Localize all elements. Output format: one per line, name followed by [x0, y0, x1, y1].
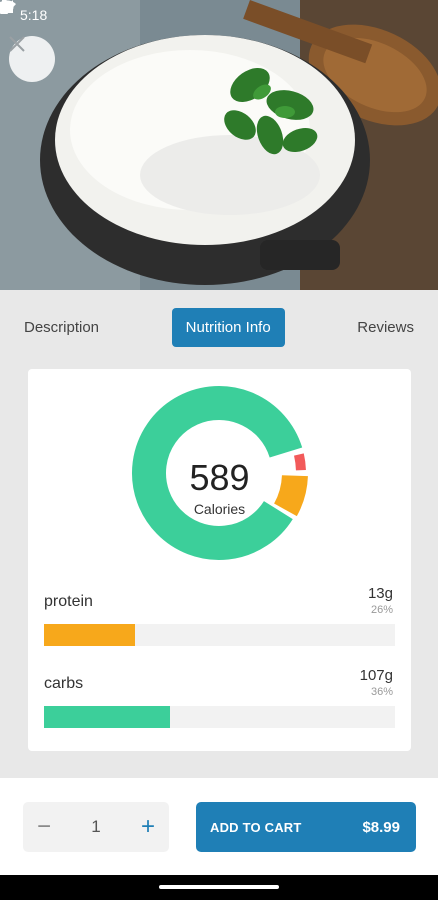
status-time: 5:18: [20, 7, 48, 23]
decrease-quantity-button[interactable]: −: [37, 813, 51, 841]
nutrient-bar-fill: [44, 706, 171, 728]
calorie-label: Calories: [193, 501, 246, 517]
nutrient-bar-track: [44, 624, 395, 646]
nutrient-percent: 36%: [370, 686, 393, 698]
nutrient-name: carbs: [44, 675, 84, 692]
calorie-count: 589: [189, 457, 250, 498]
tab-nutrition-info[interactable]: Nutrition Info: [171, 307, 285, 347]
rice-bowl-illustration: [0, 0, 438, 290]
add-to-cart-label: ADD TO CART: [210, 819, 302, 835]
close-button[interactable]: [9, 36, 55, 82]
nutrient-percent: 26%: [370, 604, 393, 616]
tab-description[interactable]: Description: [10, 308, 113, 347]
status-bar: 5:18: [0, 0, 438, 30]
nutrient-bar-fill: [44, 624, 136, 646]
product-image: 5:18: [0, 0, 438, 290]
quantity-value: 1: [91, 817, 101, 836]
product-tabs: Description Nutrition Info Reviews: [0, 290, 438, 364]
price-label: $8.99: [362, 818, 400, 836]
nutrition-card: 589 Calories protein 13g 26% carbs 107g …: [28, 369, 411, 751]
tab-reviews[interactable]: Reviews: [343, 308, 428, 347]
system-navigation-bar: [0, 875, 438, 900]
bottom-cart-bar: − 1 + ADD TO CART $8.99: [0, 778, 438, 875]
quantity-stepper: − 1 +: [23, 802, 169, 852]
nutrient-amount: 107g: [359, 667, 393, 684]
nutrient-name: protein: [44, 593, 93, 610]
nutrient-bar-track: [44, 706, 395, 728]
add-to-cart-button[interactable]: ADD TO CART $8.99: [196, 802, 416, 852]
nutrient-amount: 13g: [367, 585, 393, 602]
home-gesture-handle[interactable]: [159, 885, 279, 889]
increase-quantity-button[interactable]: +: [141, 813, 155, 841]
